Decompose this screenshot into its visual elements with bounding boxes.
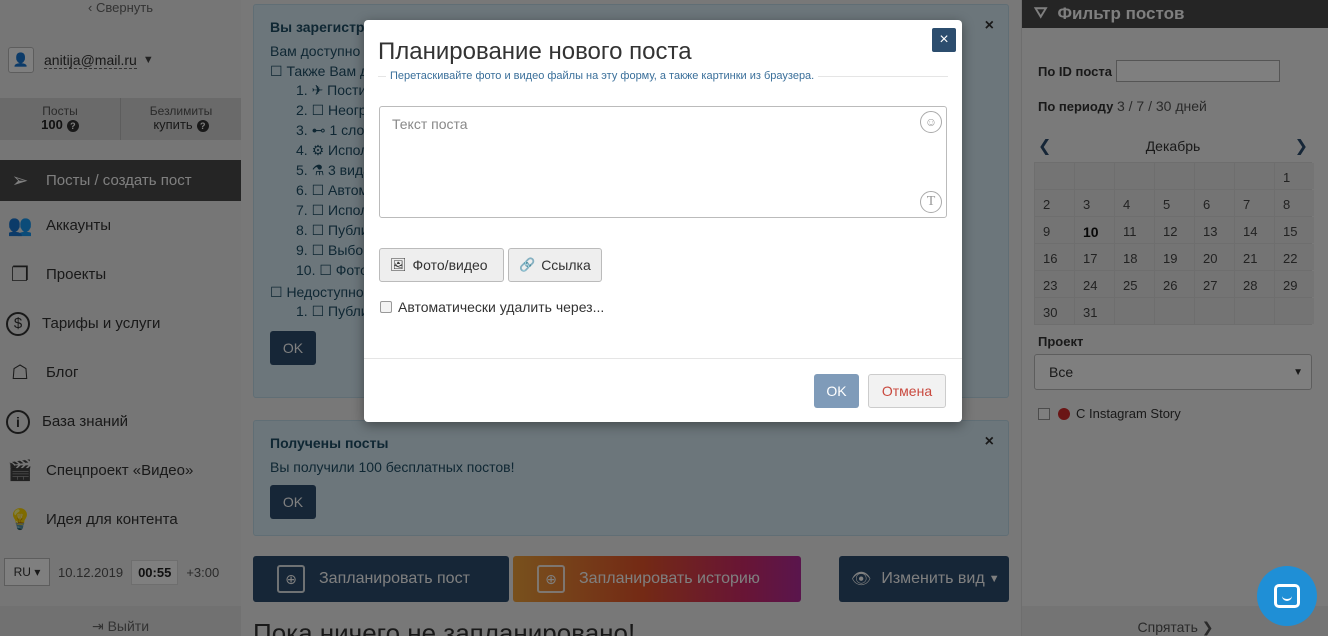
- image-icon: 🖼: [390, 257, 407, 272]
- chat-icon: [1274, 584, 1300, 608]
- ok-button[interactable]: OK: [814, 374, 859, 408]
- dialog-title: Планирование нового поста: [378, 38, 692, 65]
- link-label: Ссылка: [541, 257, 591, 273]
- link-icon: 🔗: [519, 257, 536, 272]
- auto-delete-checkbox[interactable]: [380, 301, 392, 313]
- cancel-button[interactable]: Отмена: [868, 374, 946, 408]
- text-format-icon[interactable]: T: [920, 191, 942, 213]
- photo-video-label: Фото/видео: [412, 257, 488, 273]
- post-text-input[interactable]: Текст поста ☺ T: [379, 106, 947, 218]
- add-link-button[interactable]: 🔗 Ссылка: [508, 248, 602, 282]
- dialog-footer: OK Отмена: [364, 358, 962, 422]
- post-text-placeholder: Текст поста: [392, 116, 468, 132]
- add-photo-video-button[interactable]: 🖼 Фото/видео: [379, 248, 504, 282]
- close-dialog-button[interactable]: ×: [932, 28, 956, 52]
- new-post-dialog: Планирование нового поста × Перетаскивай…: [364, 20, 962, 422]
- drag-drop-hint-text: Перетаскивайте фото и видео файлы на эту…: [386, 70, 819, 82]
- auto-delete-option[interactable]: Автоматически удалить через...: [380, 299, 604, 315]
- chat-widget-button[interactable]: [1257, 566, 1317, 626]
- drag-drop-hint: Перетаскивайте фото и видео файлы на эту…: [378, 70, 948, 91]
- emoji-icon[interactable]: ☺: [920, 111, 942, 133]
- auto-delete-label: Автоматически удалить через...: [398, 299, 605, 315]
